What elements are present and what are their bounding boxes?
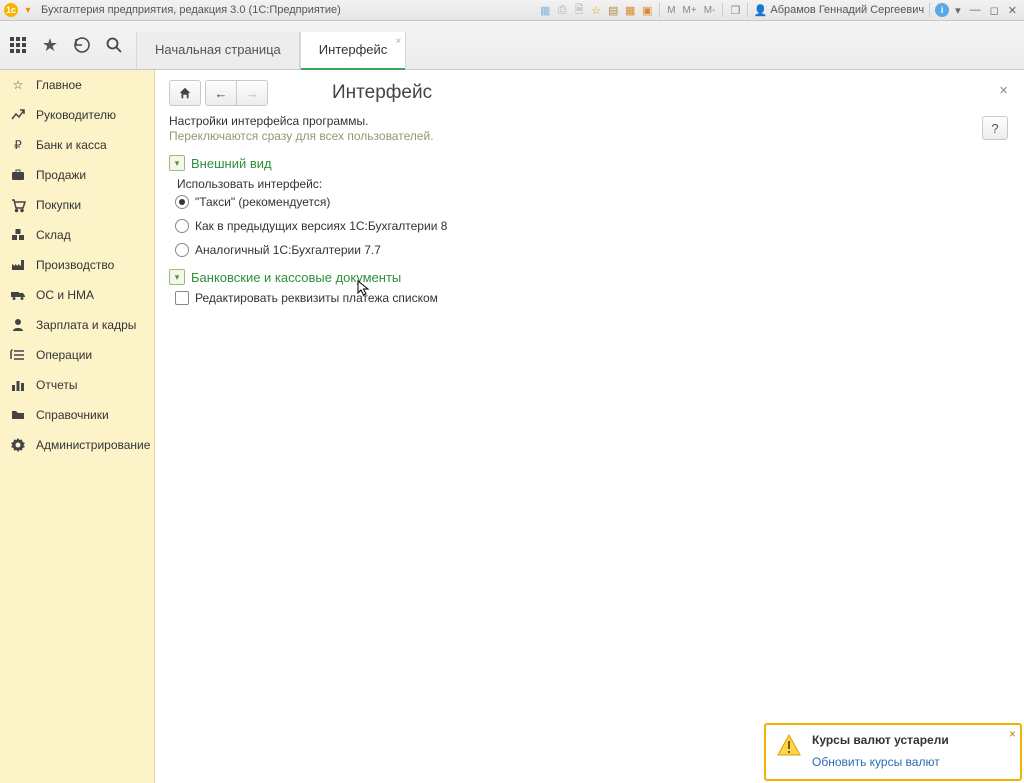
radio-taxi-label[interactable]: "Такси" (рекомендуется)	[195, 195, 330, 209]
cal2-icon[interactable]: ▣	[640, 3, 654, 17]
factory-icon	[10, 257, 26, 273]
sidebar-item-label: Склад	[36, 228, 71, 242]
radio-prev8-label[interactable]: Как в предыдущих версиях 1С:Бухгалтерии …	[195, 219, 447, 233]
content-area: ← → Интерфейс × ? Настройки интерфейса п…	[155, 70, 1024, 783]
sidebar-item-label: Отчеты	[36, 378, 77, 392]
sidebar-item-assets[interactable]: ОС и НМА	[0, 280, 154, 310]
minimize-button[interactable]: —	[967, 4, 984, 16]
sidebar-item-directories[interactable]: Справочники	[0, 400, 154, 430]
sidebar-item-label: Продажи	[36, 168, 86, 182]
notification-popup: × Курсы валют устарели Обновить курсы ва…	[764, 723, 1022, 781]
sidebar-item-label: Руководителю	[36, 108, 116, 122]
page-desc-2: Переключаются сразу для всех пользовател…	[169, 129, 1010, 143]
section-title-appearance[interactable]: Внешний вид	[191, 156, 272, 171]
tab-home[interactable]: Начальная страница	[136, 32, 300, 69]
person-icon	[10, 317, 26, 333]
sidebar-item-manager[interactable]: Руководителю	[0, 100, 154, 130]
mem-m[interactable]: M	[665, 5, 677, 16]
page-title: Интерфейс	[332, 82, 432, 104]
sidebar-item-salary[interactable]: Зарплата и кадры	[0, 310, 154, 340]
star-icon[interactable]: ☆	[589, 3, 603, 17]
favorite-star-icon[interactable]: ★	[38, 33, 62, 57]
tab-interface-label: Интерфейс	[319, 42, 387, 57]
home-button[interactable]	[169, 80, 201, 106]
sidebar-item-main[interactable]: ☆ Главное	[0, 70, 154, 100]
sidebar-item-label: Производство	[36, 258, 114, 272]
grid-icon[interactable]: ▦	[538, 3, 552, 17]
cart-icon	[10, 197, 26, 213]
section-toggle-icon[interactable]: ▾	[169, 155, 185, 171]
radio-prev8[interactable]	[175, 219, 189, 233]
radio-taxi[interactable]	[175, 195, 189, 209]
use-interface-label: Использовать интерфейс:	[177, 177, 1010, 191]
radio-77[interactable]	[175, 243, 189, 257]
sidebar-item-operations[interactable]: Операции	[0, 340, 154, 370]
sidebar-item-label: Главное	[36, 78, 82, 92]
apps-grid-icon[interactable]	[6, 33, 30, 57]
sidebar-item-label: Операции	[36, 348, 92, 362]
print-icon[interactable]: ⎙	[555, 3, 569, 17]
sidebar-item-label: Зарплата и кадры	[36, 318, 136, 332]
maximize-button[interactable]: ◻	[987, 4, 1002, 17]
sidebar-item-sales[interactable]: Продажи	[0, 160, 154, 190]
back-button[interactable]: ←	[206, 81, 237, 105]
gear-icon	[10, 437, 26, 453]
history-icon[interactable]	[70, 33, 94, 57]
checkbox-edit-list[interactable]	[175, 291, 189, 305]
info-icon[interactable]: i	[935, 3, 949, 17]
search-icon[interactable]	[102, 33, 126, 57]
checkbox-edit-list-label[interactable]: Редактировать реквизиты платежа списком	[195, 291, 438, 305]
sidebar: ☆ Главное Руководителю ₽ Банк и касса Пр…	[0, 70, 155, 783]
notification-close-button[interactable]: ×	[1009, 727, 1016, 741]
notification-link[interactable]: Обновить курсы валют	[812, 755, 949, 769]
ruble-icon: ₽	[10, 137, 26, 153]
tab-close-icon[interactable]: ×	[395, 36, 401, 47]
section-title-bankdocs[interactable]: Банковские и кассовые документы	[191, 270, 401, 285]
window-title: Бухгалтерия предприятия, редакция 3.0 (1…	[41, 4, 341, 16]
user-name[interactable]: Абрамов Геннадий Сергеевич	[770, 4, 924, 16]
notification-title: Курсы валют устарели	[812, 733, 949, 747]
titlebar: 1c ▾ Бухгалтерия предприятия, редакция 3…	[0, 0, 1024, 21]
dropdown2-icon[interactable]: ▾	[952, 4, 964, 17]
close-window-button[interactable]: ✕	[1005, 4, 1020, 17]
tab-home-label: Начальная страница	[155, 42, 281, 57]
forward-button[interactable]: →	[237, 81, 267, 105]
list-icon	[10, 347, 26, 363]
sidebar-item-label: Администрирование	[36, 438, 150, 452]
page-desc-1: Настройки интерфейса программы.	[169, 114, 1010, 128]
mem-mm[interactable]: M-	[702, 5, 718, 16]
table-icon[interactable]: ▤	[606, 3, 620, 17]
close-page-button[interactable]: ×	[999, 82, 1008, 99]
sidebar-item-label: ОС и НМА	[36, 288, 94, 302]
sidebar-item-label: Банк и касса	[36, 138, 107, 152]
cal-icon[interactable]: ▦	[623, 3, 637, 17]
briefcase-icon	[10, 167, 26, 183]
boxes-icon	[10, 227, 26, 243]
sidebar-item-bank[interactable]: ₽ Банк и касса	[0, 130, 154, 160]
section-toggle-icon[interactable]: ▾	[169, 269, 185, 285]
bar-chart-icon	[10, 377, 26, 393]
tab-interface[interactable]: Интерфейс ×	[300, 32, 406, 69]
mem-mp[interactable]: M+	[681, 5, 699, 16]
folder-icon	[10, 407, 26, 423]
sidebar-item-production[interactable]: Производство	[0, 250, 154, 280]
sidebar-item-admin[interactable]: Администрирование	[0, 430, 154, 460]
sidebar-item-warehouse[interactable]: Склад	[0, 220, 154, 250]
radio-77-label[interactable]: Аналогичный 1С:Бухгалтерии 7.7	[195, 243, 381, 257]
user-icon: 👤	[753, 3, 767, 17]
warning-icon	[776, 733, 802, 759]
app-icon: 1c	[4, 3, 18, 17]
chart-up-icon	[10, 107, 26, 123]
star-outline-icon: ☆	[10, 77, 26, 93]
window-icon[interactable]: ❐	[728, 3, 742, 17]
dropdown-icon[interactable]: ▾	[21, 3, 35, 17]
truck-icon	[10, 287, 26, 303]
sidebar-item-label: Покупки	[36, 198, 81, 212]
top-toolbar: ★ Начальная страница Интерфейс ×	[0, 21, 1024, 70]
sidebar-item-reports[interactable]: Отчеты	[0, 370, 154, 400]
help-button[interactable]: ?	[982, 116, 1008, 140]
sidebar-item-purchases[interactable]: Покупки	[0, 190, 154, 220]
sidebar-item-label: Справочники	[36, 408, 109, 422]
doc-icon[interactable]: 🗎	[572, 3, 586, 17]
